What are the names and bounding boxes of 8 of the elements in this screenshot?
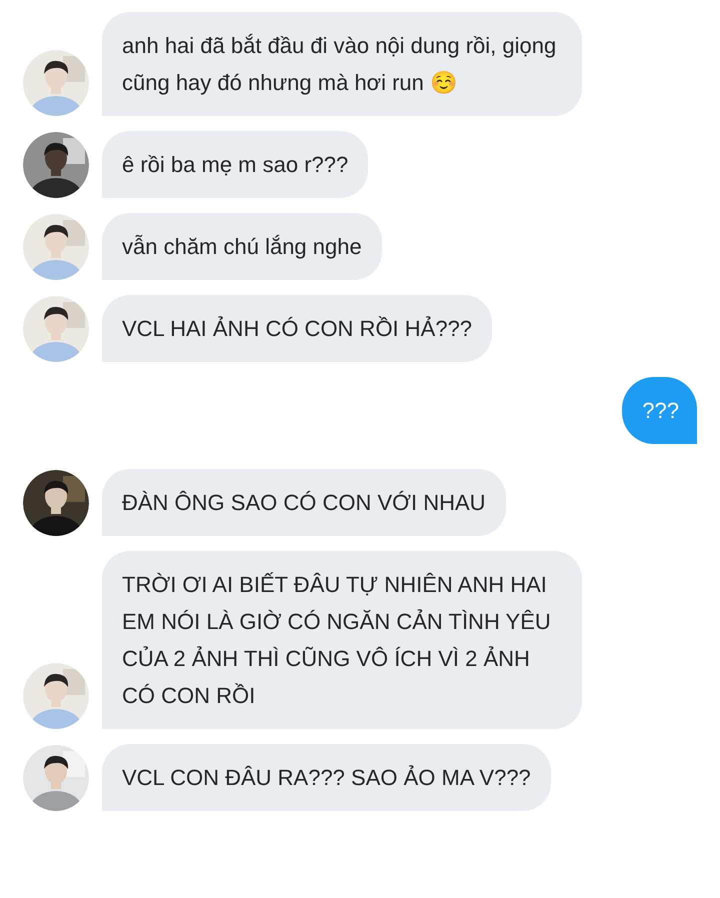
message-bubble: anh hai đã bắt đầu đi vào nội dung rồi, giọng cũng hay đó nhưng mà hơi run ☺ xyxy=(102,12,582,116)
message-bubble: VCL CON ĐÂU RA??? SAO ẢO MA V??? xyxy=(102,744,551,811)
message-bubble: ê rồi ba mẹ m sao r??? xyxy=(102,131,368,198)
message-bubble: ??? xyxy=(622,377,697,444)
message-bubble: vẫn chăm chú lắng nghe xyxy=(102,213,382,280)
message-bubble: VCL HAI ẢNH CÓ CON RỒI HẢ??? xyxy=(102,295,492,362)
message-bubble: ĐÀN ÔNG SAO CÓ CON VỚI NHAU xyxy=(102,469,506,536)
message-bubble: TRỜI ƠI AI BIẾT ĐÂU TỰ NHIÊN ANH HAI EM NÓI LÀ GIỜ CÓ NGĂN CẢN TÌNH YÊU CỦA 2 ẢNH THÌ CŨNG VÔ ÍCH VÌ 2 ẢNH CÓ CON RỒI xyxy=(102,551,582,729)
